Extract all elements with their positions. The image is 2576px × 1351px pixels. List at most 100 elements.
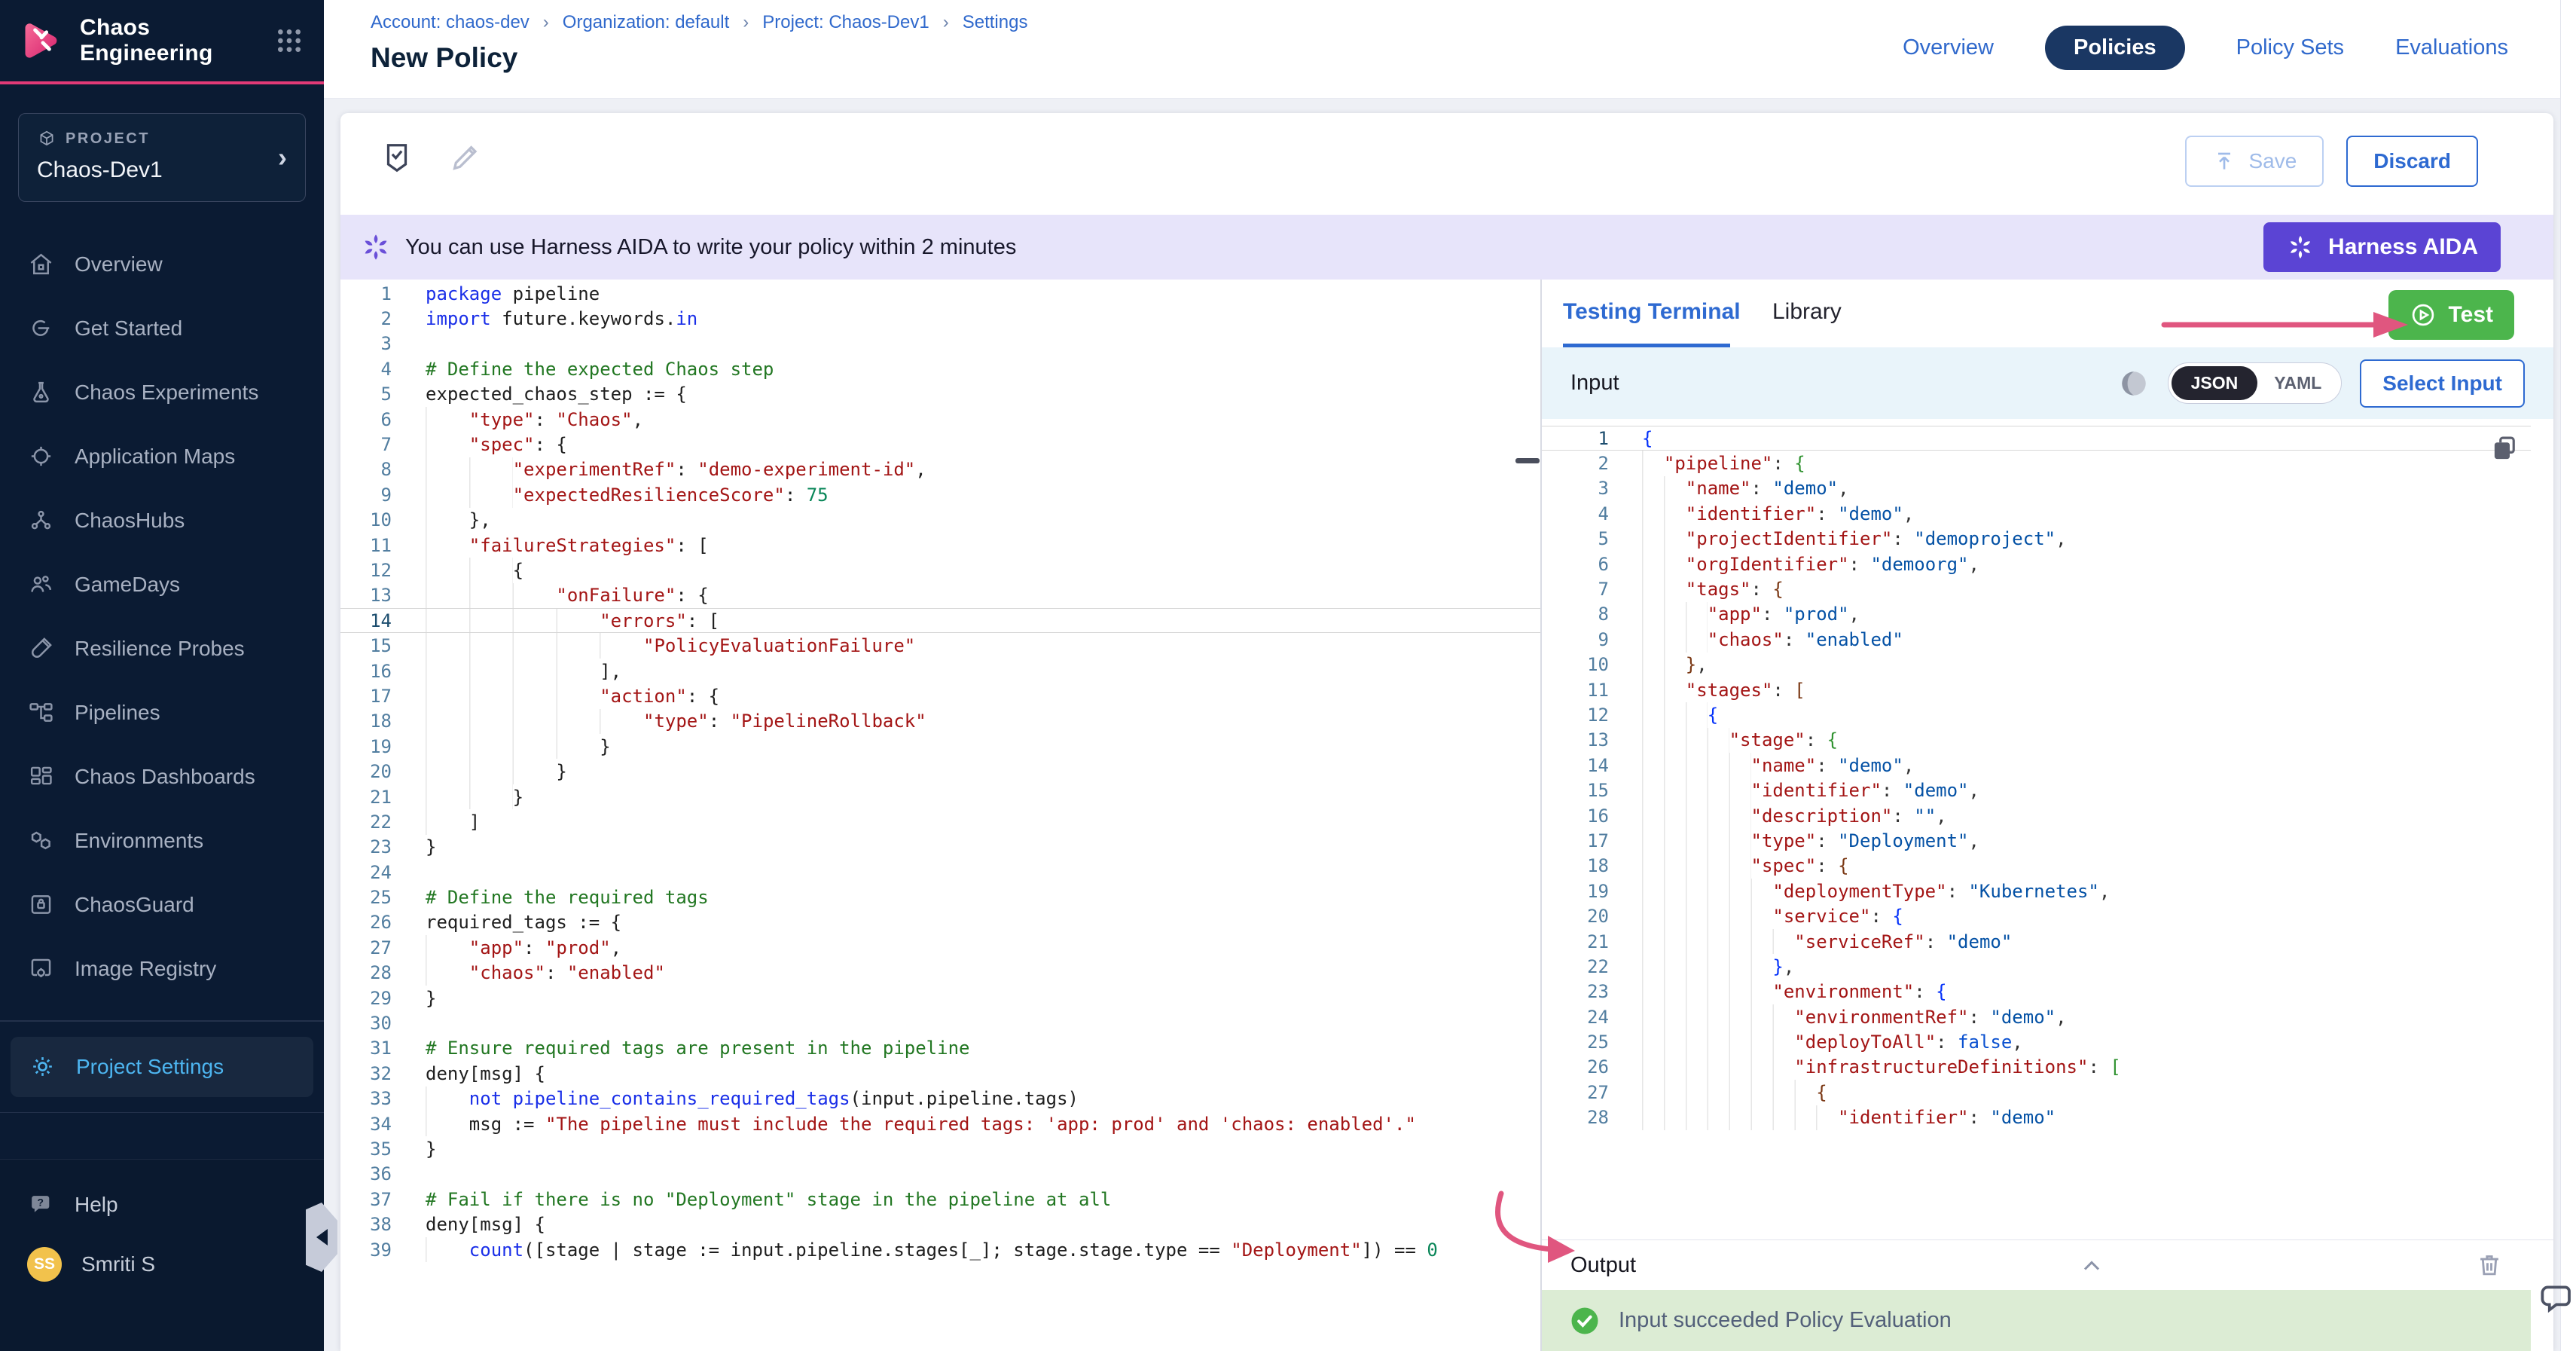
breadcrumb-link[interactable]: Organization: default	[563, 12, 729, 33]
sidebar-item-environments[interactable]: Environments	[0, 808, 324, 873]
code-line-8[interactable]: 8"experimentRef": "demo-experiment-id",	[340, 457, 1540, 482]
code-line-1[interactable]: 1{	[1542, 426, 2531, 451]
code-line-36[interactable]: 36	[340, 1162, 1540, 1187]
code-line-33[interactable]: 33not pipeline_contains_required_tags(in…	[340, 1087, 1540, 1111]
apps-grid-icon[interactable]	[274, 26, 304, 56]
format-option-yaml[interactable]: YAML	[2257, 366, 2338, 400]
sidebar-item-chaos-dashboards[interactable]: Chaos Dashboards	[0, 744, 324, 808]
tab-testing-terminal[interactable]: Testing Terminal	[1563, 299, 1741, 325]
code-line-23[interactable]: 23}	[340, 835, 1540, 860]
code-line-13[interactable]: 13"onFailure": {	[340, 583, 1540, 608]
code-line-8[interactable]: 8"app": "prod",	[1542, 602, 2531, 627]
code-line-16[interactable]: 16],	[340, 659, 1540, 683]
breadcrumb-link[interactable]: Settings	[963, 12, 1028, 33]
code-line-5[interactable]: 5"projectIdentifier": "demoproject",	[1542, 527, 2531, 552]
code-line-2[interactable]: 2"pipeline": {	[1542, 451, 2531, 475]
sidebar-item-resilience-probes[interactable]: Resilience Probes	[0, 616, 324, 680]
code-line-27[interactable]: 27"app": "prod",	[340, 935, 1540, 960]
code-line-20[interactable]: 20"service": {	[1542, 903, 2531, 928]
test-button[interactable]: Test	[2388, 290, 2514, 340]
code-line-18[interactable]: 18"spec": {	[1542, 854, 2531, 879]
top-nav-policy-sets[interactable]: Policy Sets	[2236, 35, 2344, 60]
code-line-17[interactable]: 17"type": "Deployment",	[1542, 828, 2531, 853]
code-line-21[interactable]: 21}	[340, 784, 1540, 809]
code-line-31[interactable]: 31# Ensure required tags are present in …	[340, 1036, 1540, 1061]
code-line-29[interactable]: 29}	[340, 986, 1540, 1010]
edit-pencil-icon[interactable]	[447, 140, 482, 175]
sidebar-item-chaos-experiments[interactable]: Chaos Experiments	[0, 360, 324, 424]
code-line-25[interactable]: 25"deployToAll": false,	[1542, 1029, 2531, 1054]
code-line-32[interactable]: 32deny[msg] {	[340, 1061, 1540, 1086]
code-line-19[interactable]: 19"deploymentType": "Kubernetes",	[1542, 879, 2531, 903]
code-line-6[interactable]: 6"type": "Chaos",	[340, 407, 1540, 432]
code-line-12[interactable]: 12{	[340, 558, 1540, 582]
select-input-button[interactable]: Select Input	[2360, 359, 2525, 408]
sidebar-item-overview[interactable]: Overview	[0, 232, 324, 296]
code-line-20[interactable]: 20}	[340, 759, 1540, 784]
code-line-9[interactable]: 9"chaos": "enabled"	[1542, 627, 2531, 652]
code-line-14[interactable]: 14"errors": [	[340, 608, 1540, 633]
code-line-9[interactable]: 9"expectedResilienceScore": 75	[340, 482, 1540, 507]
code-line-3[interactable]: 3	[340, 332, 1540, 356]
code-line-7[interactable]: 7"spec": {	[340, 432, 1540, 457]
code-line-25[interactable]: 25# Define the required tags	[340, 885, 1540, 909]
code-line-28[interactable]: 28"identifier": "demo"	[1542, 1105, 2531, 1130]
harness-chaos-logo-icon[interactable]	[20, 18, 65, 63]
code-line-12[interactable]: 12{	[1542, 702, 2531, 727]
top-nav-policies[interactable]: Policies	[2045, 26, 2185, 70]
policy-check-icon[interactable]	[380, 140, 414, 175]
code-line-2[interactable]: 2import future.keywords.in	[340, 306, 1540, 331]
feedback-chat-icon[interactable]	[2535, 1279, 2573, 1317]
code-line-24[interactable]: 24"environmentRef": "demo",	[1542, 1004, 2531, 1029]
code-line-16[interactable]: 16"description": "",	[1542, 803, 2531, 828]
code-line-10[interactable]: 10},	[1542, 653, 2531, 677]
code-line-34[interactable]: 34msg := "The pipeline must include the …	[340, 1111, 1540, 1136]
code-line-14[interactable]: 14"name": "demo",	[1542, 753, 2531, 778]
top-nav-overview[interactable]: Overview	[1903, 35, 1994, 60]
trash-icon[interactable]	[2475, 1251, 2504, 1279]
code-line-13[interactable]: 13"stage": {	[1542, 728, 2531, 753]
code-line-24[interactable]: 24	[340, 860, 1540, 885]
splitter-drag-handle[interactable]	[1515, 458, 1540, 463]
code-line-22[interactable]: 22]	[340, 809, 1540, 834]
code-line-11[interactable]: 11"stages": [	[1542, 677, 2531, 702]
code-line-30[interactable]: 30	[340, 1010, 1540, 1035]
code-line-38[interactable]: 38deny[msg] {	[340, 1212, 1540, 1236]
sidebar-item-gamedays[interactable]: GameDays	[0, 552, 324, 616]
sidebar-item-chaoshubs[interactable]: ChaosHubs	[0, 488, 324, 552]
copy-icon[interactable]	[2489, 433, 2520, 465]
code-line-28[interactable]: 28"chaos": "enabled"	[340, 961, 1540, 986]
code-line-21[interactable]: 21"serviceRef": "demo"	[1542, 929, 2531, 954]
breadcrumb-link[interactable]: Account: chaos-dev	[371, 12, 530, 33]
input-json-editor[interactable]: 1{2"pipeline": {3"name": "demo",4"identi…	[1542, 419, 2531, 1246]
code-line-3[interactable]: 3"name": "demo",	[1542, 476, 2531, 501]
harness-aida-button[interactable]: Harness AIDA	[2263, 222, 2501, 272]
code-line-17[interactable]: 17"action": {	[340, 683, 1540, 708]
code-line-11[interactable]: 11"failureStrategies": [	[340, 533, 1540, 558]
sidebar-item-pipelines[interactable]: Pipelines	[0, 680, 324, 744]
code-line-15[interactable]: 15"PolicyEvaluationFailure"	[340, 633, 1540, 658]
code-line-26[interactable]: 26required_tags := {	[340, 910, 1540, 935]
help-button[interactable]: ? Help	[0, 1178, 324, 1232]
user-menu[interactable]: SS Smriti S	[0, 1232, 324, 1297]
save-button[interactable]: Save	[2185, 136, 2324, 187]
sidebar-item-application-maps[interactable]: Application Maps	[0, 424, 324, 488]
sidebar-item-image-registry[interactable]: Image Registry	[0, 937, 324, 1001]
chevron-up-icon[interactable]	[2078, 1252, 2105, 1279]
code-line-27[interactable]: 27{	[1542, 1080, 2531, 1105]
top-nav-evaluations[interactable]: Evaluations	[2395, 35, 2508, 60]
tab-library[interactable]: Library	[1772, 299, 1842, 325]
sidebar-item-project-settings[interactable]: Project Settings	[11, 1037, 313, 1097]
code-line-39[interactable]: 39count([stage | stage := input.pipeline…	[340, 1237, 1540, 1262]
code-line-35[interactable]: 35}	[340, 1136, 1540, 1161]
code-line-5[interactable]: 5expected_chaos_step := {	[340, 382, 1540, 407]
code-line-15[interactable]: 15"identifier": "demo",	[1542, 778, 2531, 802]
sidebar-item-get-started[interactable]: Get Started	[0, 296, 324, 360]
breadcrumb-link[interactable]: Project: Chaos-Dev1	[762, 12, 929, 33]
code-line-4[interactable]: 4# Define the expected Chaos step	[340, 356, 1540, 381]
code-line-26[interactable]: 26"infrastructureDefinitions": [	[1542, 1055, 2531, 1080]
code-line-6[interactable]: 6"orgIdentifier": "demoorg",	[1542, 552, 2531, 576]
code-line-23[interactable]: 23"environment": {	[1542, 980, 2531, 1004]
project-selector[interactable]: PROJECT Chaos-Dev1 ›	[18, 113, 306, 202]
code-line-19[interactable]: 19}	[340, 734, 1540, 759]
